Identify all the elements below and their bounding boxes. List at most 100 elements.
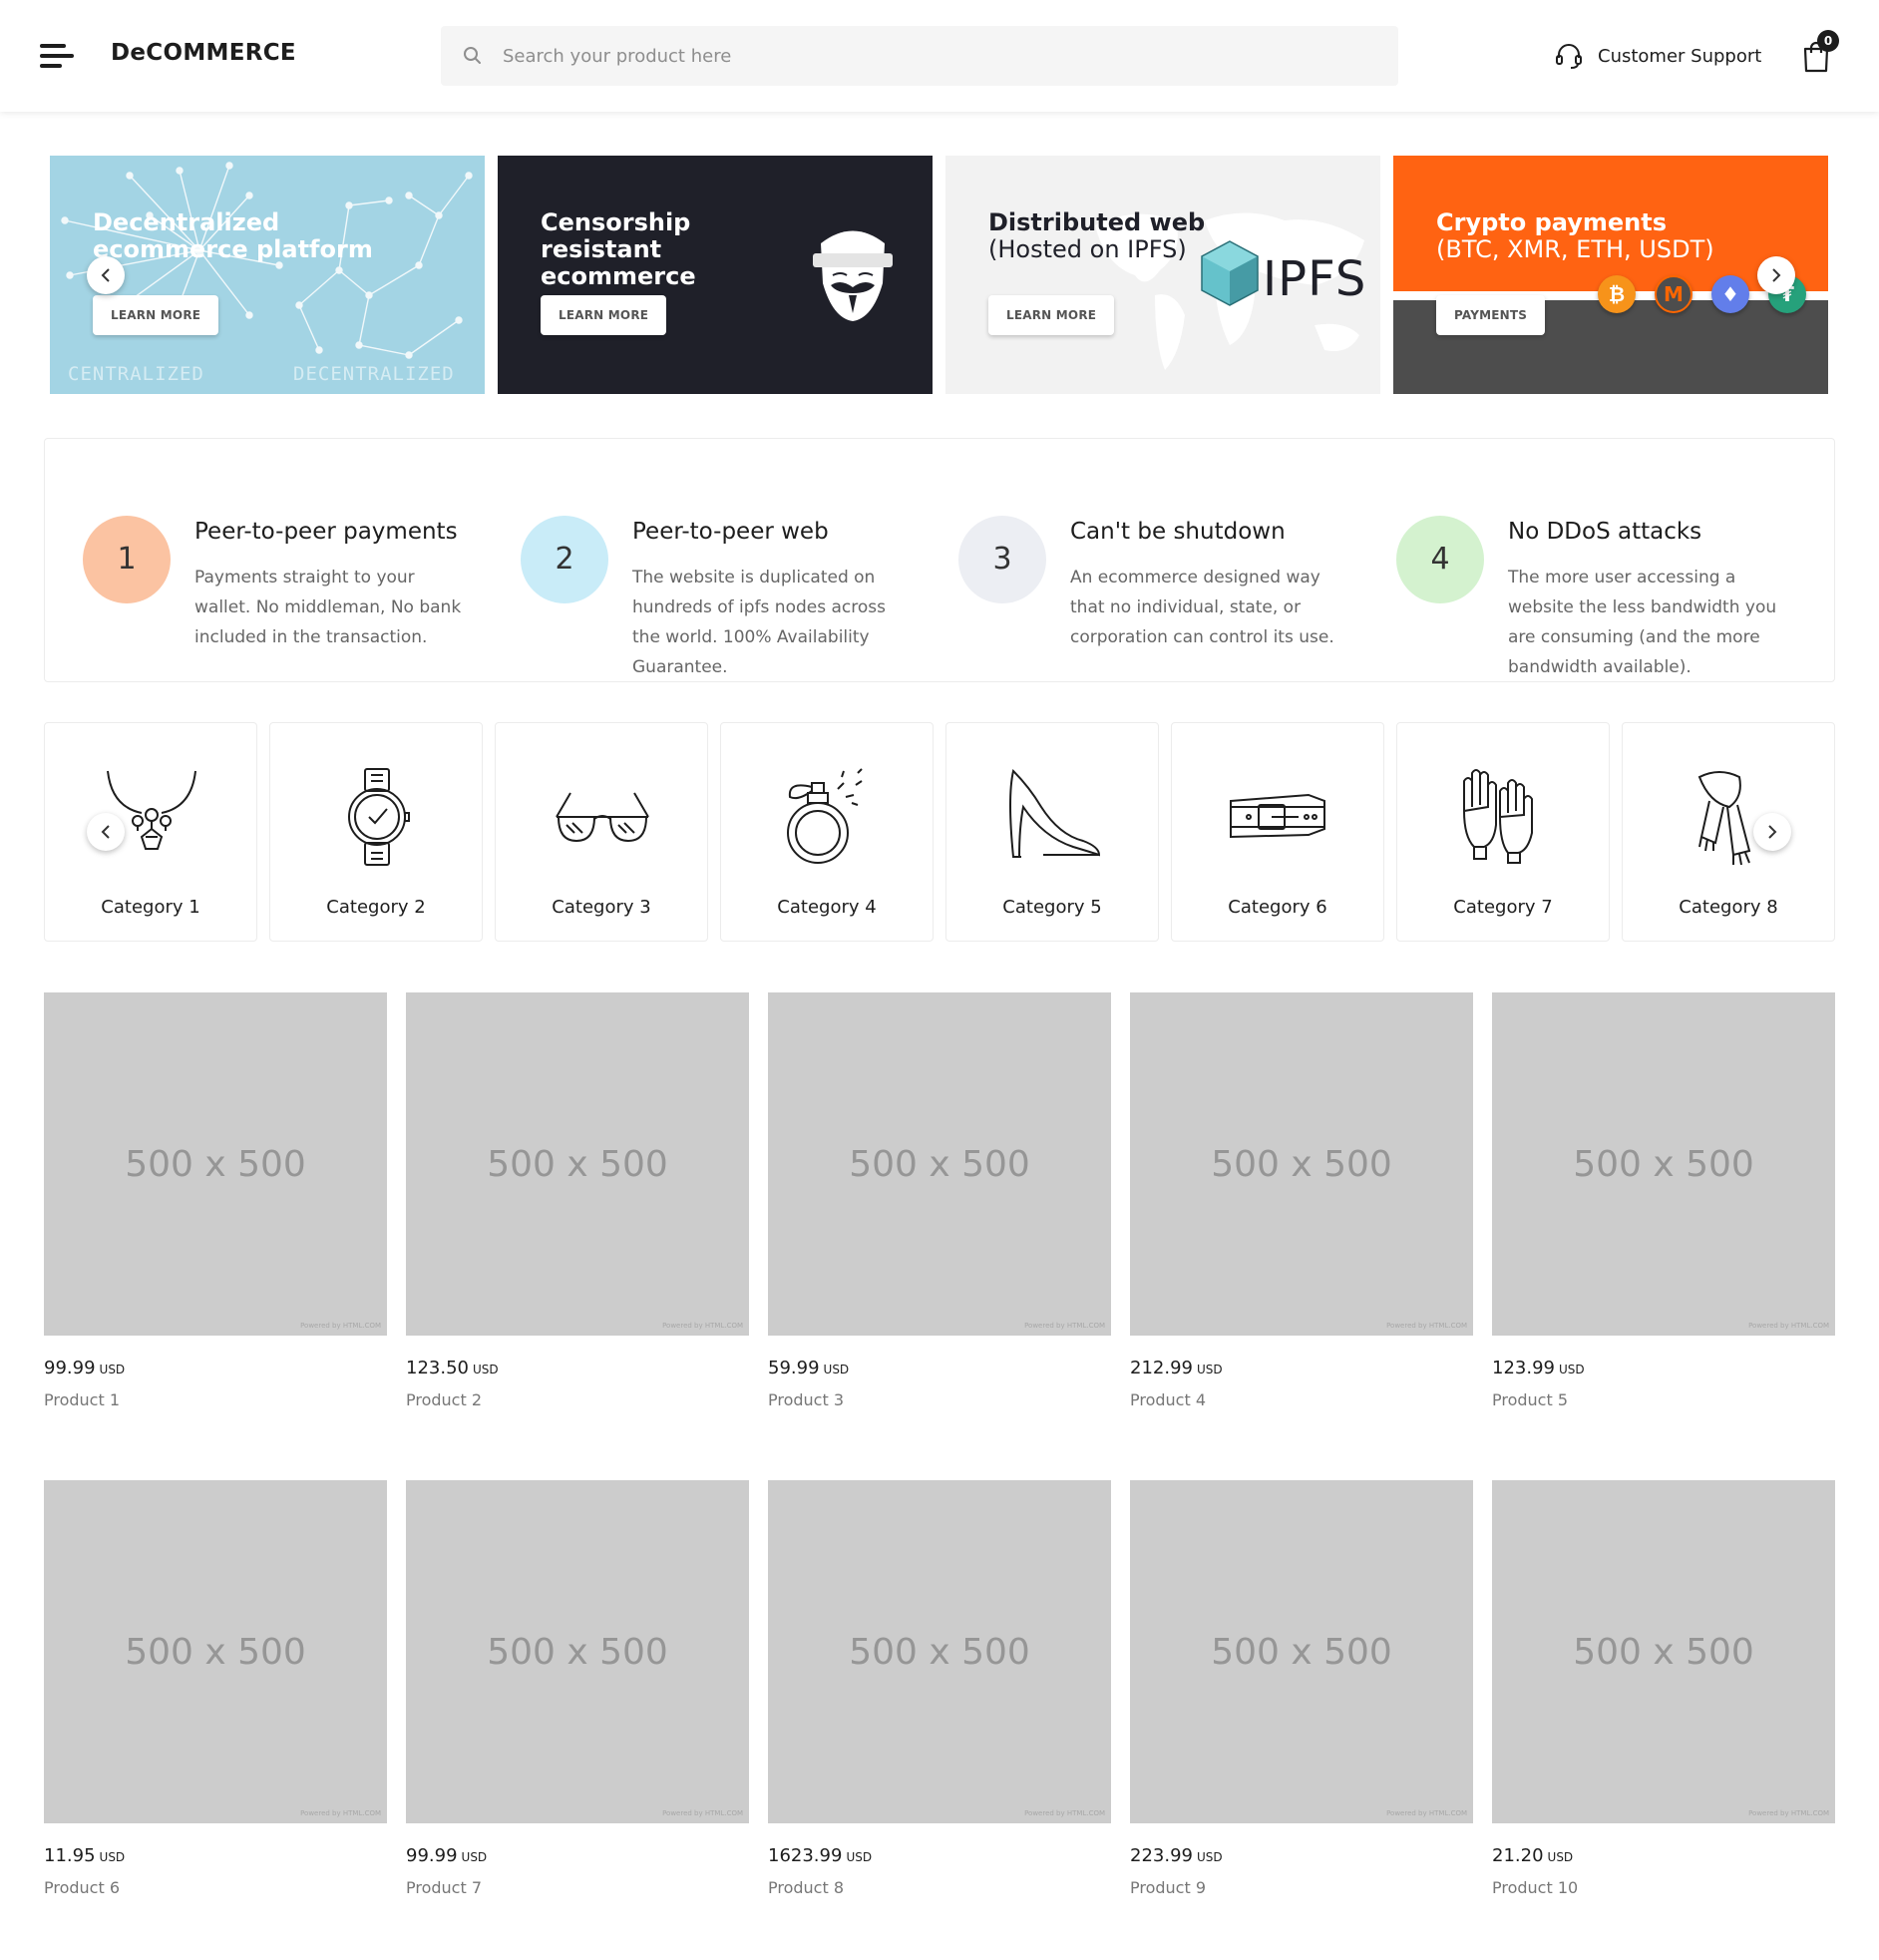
site-logo[interactable]: DeCOMMERCE <box>111 40 296 66</box>
high-heel-icon <box>1009 769 1101 858</box>
banner-watermark-right: DECENTRALIZED <box>293 363 455 385</box>
banner-title: Decentralized ecommerce platform <box>93 208 373 263</box>
customer-support-label: Customer Support <box>1598 45 1762 67</box>
product-price: 11.95 USD <box>44 1845 387 1866</box>
price-value: 123.50 <box>406 1358 469 1378</box>
price-currency: USD <box>823 1363 850 1376</box>
product-name[interactable]: Product 10 <box>1492 1878 1835 1897</box>
image-placeholder-text: 500 x 500 <box>487 1632 668 1673</box>
price-currency: USD <box>846 1850 873 1864</box>
category-card-2[interactable]: Category 2 <box>269 722 483 942</box>
payments-button[interactable]: PAYMENTS <box>1436 295 1546 335</box>
product-image[interactable]: 500 x 500 Powered by HTML.COM <box>768 1480 1111 1823</box>
watch-icon <box>348 768 410 866</box>
product-card[interactable]: 500 x 500 Powered by HTML.COM 123.50 USD … <box>406 992 749 1409</box>
product-image[interactable]: 500 x 500 Powered by HTML.COM <box>44 992 387 1336</box>
category-prev-button[interactable] <box>87 813 125 851</box>
banner-prev-button[interactable] <box>87 256 125 294</box>
product-card[interactable]: 500 x 500 Powered by HTML.COM 59.99 USD P… <box>768 992 1111 1409</box>
product-card[interactable]: 500 x 500 Powered by HTML.COM 223.99 USD … <box>1130 1480 1473 1897</box>
product-price: 21.20 USD <box>1492 1845 1835 1866</box>
feature-number: 3 <box>958 516 1046 603</box>
product-name[interactable]: Product 4 <box>1130 1390 1473 1409</box>
headset-icon <box>1556 44 1582 69</box>
product-name[interactable]: Product 1 <box>44 1390 387 1409</box>
banner-censorship[interactable]: Censorship resistant ecommerce LEARN MOR… <box>498 156 933 394</box>
features-panel: 1 Peer-to-peer payments Payments straigh… <box>44 438 1835 682</box>
product-price: 99.99 USD <box>406 1845 749 1866</box>
product-card[interactable]: 500 x 500 Powered by HTML.COM 123.99 USD … <box>1492 992 1835 1409</box>
banner-distributed-web[interactable]: Distributed web (Hosted on IPFS) LEARN M… <box>945 156 1380 394</box>
category-card-3[interactable]: Category 3 <box>495 722 708 942</box>
product-name[interactable]: Product 6 <box>44 1878 387 1897</box>
category-card-5[interactable]: Category 5 <box>945 722 1159 942</box>
customer-support-link[interactable]: Customer Support <box>1554 40 1761 72</box>
product-name[interactable]: Product 5 <box>1492 1390 1835 1409</box>
category-card-7[interactable]: Category 7 <box>1396 722 1610 942</box>
category-card-1[interactable]: Category 1 <box>44 722 257 942</box>
product-price: 59.99 USD <box>768 1358 1111 1378</box>
image-credit: Powered by HTML.COM <box>300 1322 381 1330</box>
product-card[interactable]: 500 x 500 Powered by HTML.COM 212.99 USD … <box>1130 992 1473 1409</box>
price-currency: USD <box>99 1363 126 1376</box>
category-card-8[interactable]: Category 8 <box>1622 722 1835 942</box>
product-image[interactable]: 500 x 500 Powered by HTML.COM <box>768 992 1111 1336</box>
product-card[interactable]: 500 x 500 Powered by HTML.COM 1623.99 USD… <box>768 1480 1111 1897</box>
product-name[interactable]: Product 2 <box>406 1390 749 1409</box>
price-currency: USD <box>1196 1363 1223 1376</box>
category-card-4[interactable]: Category 4 <box>720 722 934 942</box>
product-name[interactable]: Product 3 <box>768 1390 1111 1409</box>
learn-more-button[interactable]: LEARN MORE <box>93 295 219 335</box>
search-input[interactable] <box>503 26 1380 86</box>
sunglasses-icon <box>556 792 649 843</box>
belt-icon <box>1230 793 1325 839</box>
ipfs-cube-icon <box>1201 240 1259 306</box>
image-credit: Powered by HTML.COM <box>1748 1322 1829 1330</box>
product-card[interactable]: 500 x 500 Powered by HTML.COM 21.20 USD P… <box>1492 1480 1835 1897</box>
product-name[interactable]: Product 9 <box>1130 1878 1473 1897</box>
image-credit: Powered by HTML.COM <box>662 1322 743 1330</box>
product-name[interactable]: Product 8 <box>768 1878 1111 1897</box>
feature-number: 4 <box>1396 516 1484 603</box>
ethereum-icon: ♦ <box>1711 275 1749 313</box>
product-image[interactable]: 500 x 500 Powered by HTML.COM <box>1492 1480 1835 1823</box>
learn-more-button[interactable]: LEARN MORE <box>988 295 1115 335</box>
hamburger-menu-icon[interactable] <box>40 44 74 70</box>
product-image[interactable]: 500 x 500 Powered by HTML.COM <box>1130 1480 1473 1823</box>
image-credit: Powered by HTML.COM <box>1386 1809 1467 1817</box>
product-card[interactable]: 500 x 500 Powered by HTML.COM 99.99 USD P… <box>406 1480 749 1897</box>
product-image[interactable]: 500 x 500 Powered by HTML.COM <box>406 992 749 1336</box>
image-placeholder-text: 500 x 500 <box>1211 1144 1392 1185</box>
banner-watermark-left: CENTRALIZED <box>68 363 204 385</box>
product-price: 99.99 USD <box>44 1358 387 1378</box>
product-card[interactable]: 500 x 500 Powered by HTML.COM 99.99 USD P… <box>44 992 387 1409</box>
image-placeholder-text: 500 x 500 <box>1573 1144 1754 1185</box>
product-card[interactable]: 500 x 500 Powered by HTML.COM 11.95 USD P… <box>44 1480 387 1897</box>
product-image[interactable]: 500 x 500 Powered by HTML.COM <box>44 1480 387 1823</box>
monero-icon: M <box>1655 275 1692 313</box>
image-credit: Powered by HTML.COM <box>300 1809 381 1817</box>
product-name[interactable]: Product 7 <box>406 1878 749 1897</box>
learn-more-button[interactable]: LEARN MORE <box>541 295 667 335</box>
product-image[interactable]: 500 x 500 Powered by HTML.COM <box>1492 992 1835 1336</box>
category-label: Category 4 <box>777 897 877 918</box>
banner-next-button[interactable] <box>1757 256 1795 294</box>
price-value: 99.99 <box>44 1358 96 1378</box>
product-image[interactable]: 500 x 500 Powered by HTML.COM <box>1130 992 1473 1336</box>
anonymous-mask-icon <box>813 230 893 321</box>
image-placeholder-text: 500 x 500 <box>1211 1632 1392 1673</box>
feature-description: An ecommerce designed way that no indivi… <box>1070 568 1334 647</box>
product-image[interactable]: 500 x 500 Powered by HTML.COM <box>406 1480 749 1823</box>
image-placeholder-text: 500 x 500 <box>125 1144 306 1185</box>
category-label: Category 5 <box>1002 897 1102 918</box>
banner-subtitle: (Hosted on IPFS) <box>988 235 1187 263</box>
product-price: 1623.99 USD <box>768 1845 1111 1866</box>
category-card-6[interactable]: Category 6 <box>1171 722 1384 942</box>
search-bar[interactable] <box>441 26 1398 86</box>
chevron-left-icon <box>101 268 110 282</box>
price-value: 223.99 <box>1130 1845 1193 1866</box>
banner-subtitle: (BTC, XMR, ETH, USDT) <box>1436 235 1714 263</box>
perfume-icon <box>787 768 863 864</box>
price-value: 21.20 <box>1492 1845 1544 1866</box>
category-next-button[interactable] <box>1753 813 1791 851</box>
